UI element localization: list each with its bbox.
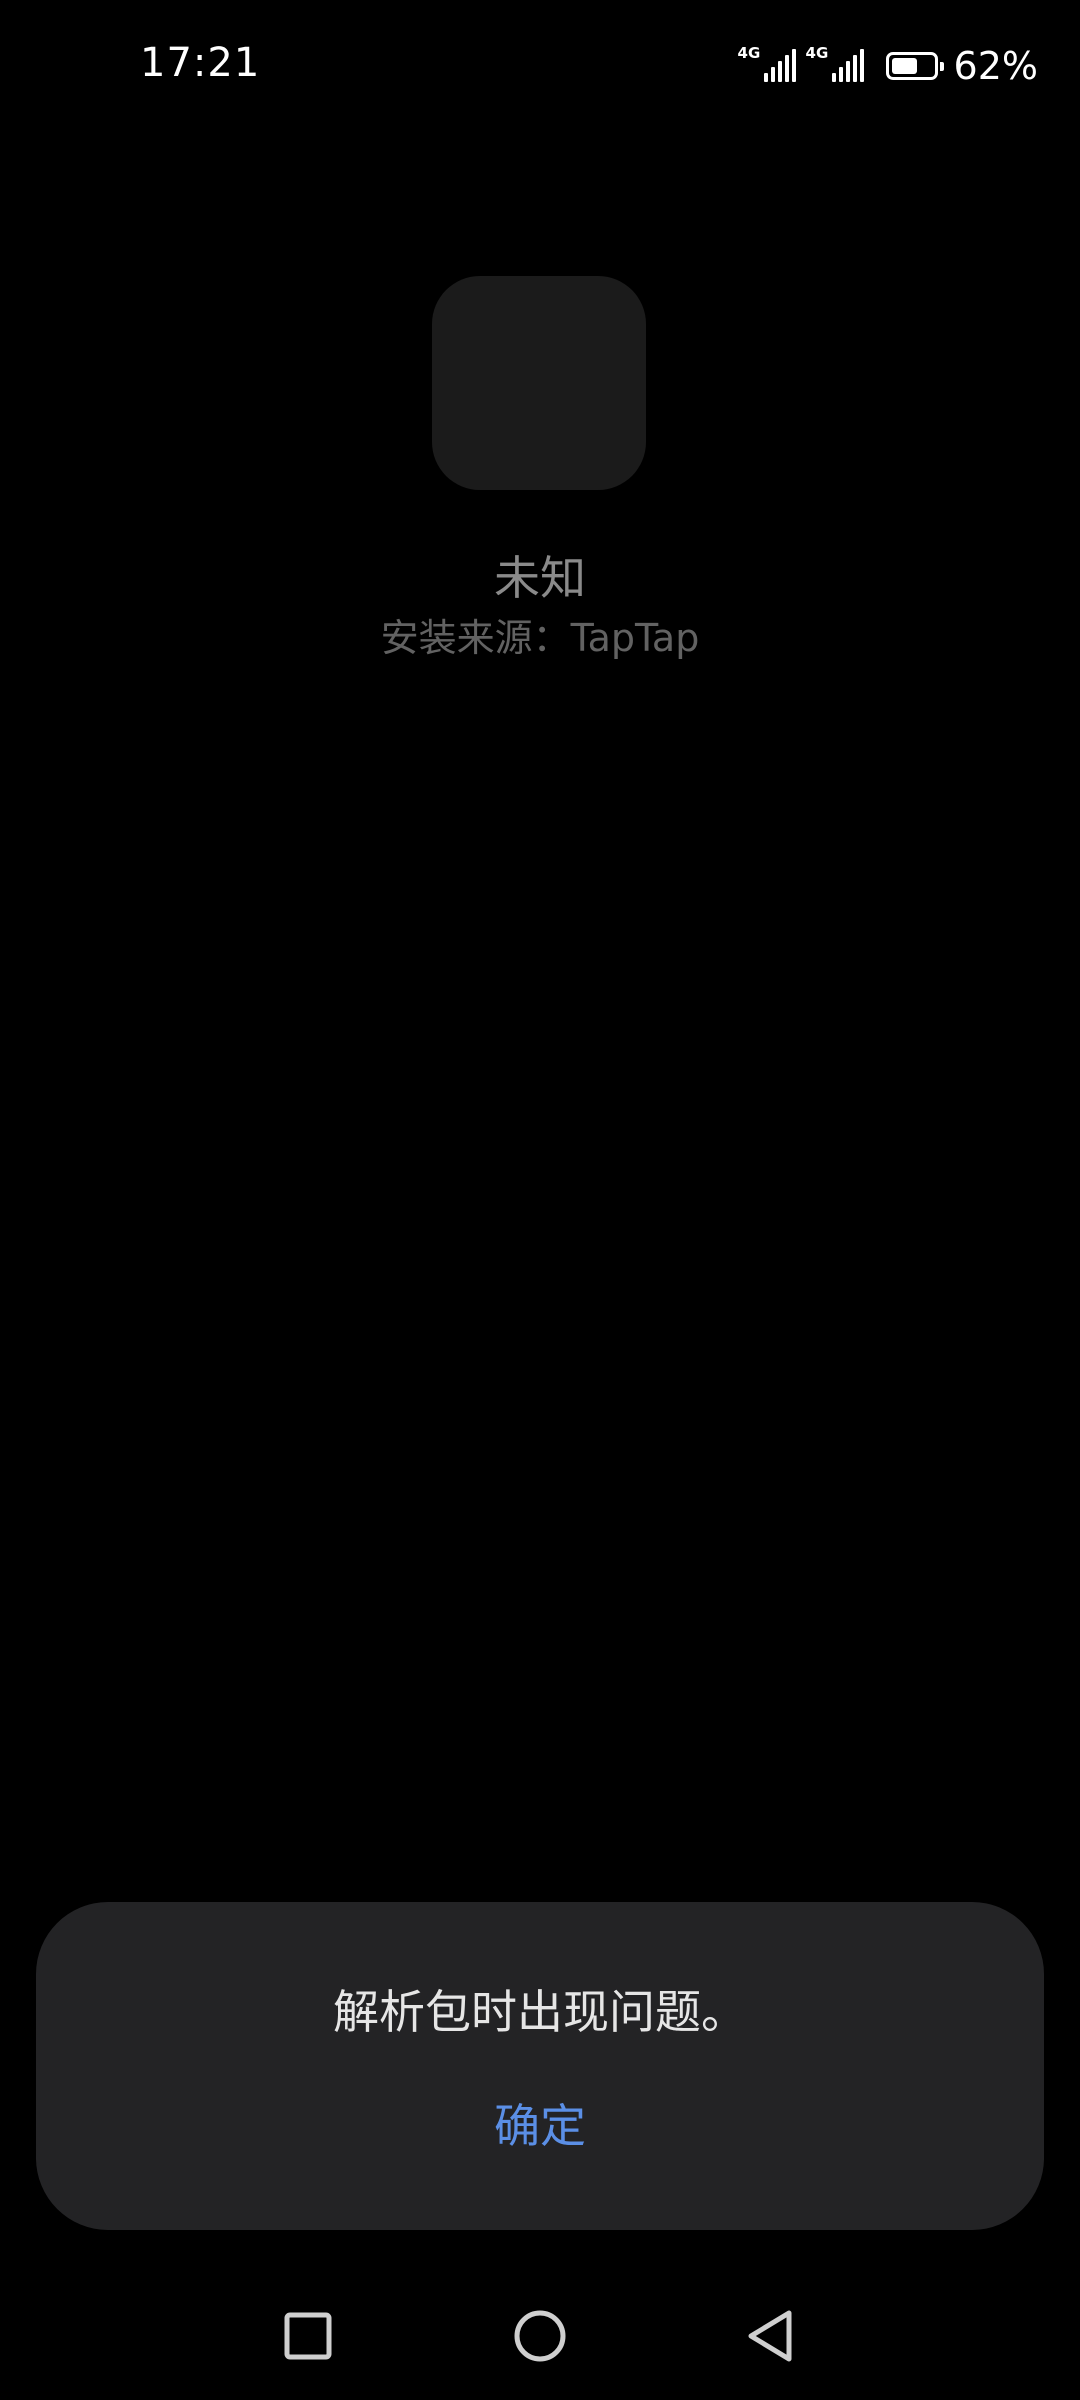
app-name: 未知 — [494, 551, 586, 605]
triangle-back-icon — [748, 2310, 792, 2362]
battery-fill — [891, 58, 917, 74]
blank-app-icon — [432, 276, 646, 490]
dialog-message: 解析包时出现问题。 — [333, 1985, 747, 2039]
square-recent-apps-icon — [284, 2312, 332, 2360]
circle-home-icon — [514, 2310, 566, 2362]
home-button[interactable] — [490, 2286, 590, 2386]
network-type-sim1: 4G — [737, 44, 761, 62]
navigation-bar — [0, 2270, 1080, 2400]
recent-apps-button[interactable] — [258, 2286, 358, 2386]
install-source: 安装来源：TapTap — [380, 616, 700, 660]
status-bar: 17:21 4G 4G 62% — [0, 0, 1080, 130]
back-button[interactable] — [720, 2286, 820, 2386]
network-type-sim2: 4G — [805, 44, 829, 62]
signal-sim1-icon: 4G — [738, 46, 796, 86]
confirm-button[interactable]: 确定 — [440, 2086, 640, 2166]
battery-percent: 62% — [953, 44, 1038, 88]
status-icons: 4G 4G 62% — [738, 44, 1038, 88]
signal-sim2-icon: 4G — [806, 46, 864, 86]
error-dialog: 解析包时出现问题。 确定 — [36, 1902, 1044, 2230]
battery-icon — [885, 52, 944, 80]
status-time: 17:21 — [140, 40, 261, 86]
